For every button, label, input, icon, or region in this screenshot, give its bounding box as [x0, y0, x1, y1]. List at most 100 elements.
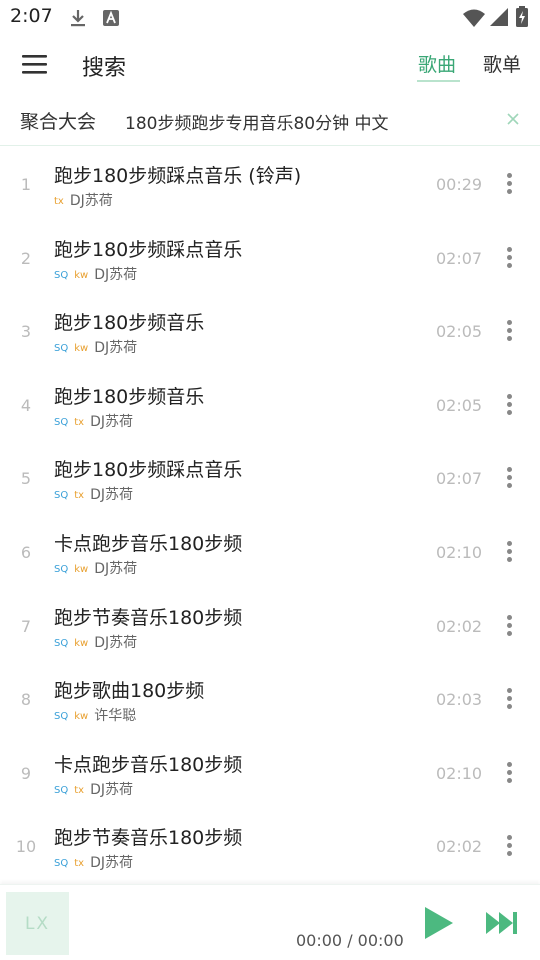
- more-options-dot: [507, 557, 512, 562]
- more-options-dot: [507, 770, 512, 775]
- quality-badge: SQ: [54, 417, 69, 428]
- quality-badge: SQ: [54, 270, 69, 281]
- more-options-dot: [507, 320, 512, 325]
- song-artist: DJ苏荷: [90, 855, 133, 871]
- song-duration: 02:10: [436, 764, 483, 783]
- more-options-icon[interactable]: [498, 316, 520, 344]
- more-options-dot: [507, 483, 512, 488]
- more-options-icon[interactable]: [498, 169, 520, 197]
- song-duration: 00:29: [436, 175, 483, 194]
- more-options-dot: [507, 402, 512, 407]
- tab-playlists[interactable]: 歌单: [483, 50, 521, 77]
- song-title: 跑步歌曲180步频: [54, 680, 205, 702]
- song-number: 9: [20, 764, 32, 783]
- more-options-icon[interactable]: [498, 758, 520, 786]
- more-options-dot: [507, 410, 512, 415]
- song-meta: SQ kw DJ苏荷: [54, 264, 137, 284]
- more-options-dot: [507, 835, 512, 840]
- more-options-icon[interactable]: [498, 537, 520, 565]
- skip-next-icon[interactable]: [484, 909, 520, 937]
- tab-songs[interactable]: 歌曲: [418, 50, 456, 77]
- song-meta: SQ kw DJ苏荷: [54, 337, 137, 357]
- song-artist: DJ苏荷: [90, 782, 133, 798]
- tab-active-indicator: [417, 80, 460, 82]
- song-row[interactable]: 6 卡点跑步音乐180步频 SQ kw DJ苏荷 02:10: [0, 515, 540, 588]
- app-screen: 2:07 搜索 歌曲 歌单 聚合大会 180步频跑步专用音乐80分钟 中文 1 …: [0, 0, 540, 960]
- more-options-icon[interactable]: [498, 684, 520, 712]
- song-title: 跑步180步频踩点音乐 (铃声): [54, 165, 302, 187]
- quality-badge: kw: [74, 564, 89, 575]
- song-number: 2: [20, 249, 32, 268]
- song-title: 卡点跑步音乐180步频: [54, 533, 243, 555]
- more-options-dot: [507, 762, 512, 767]
- song-meta: SQ tx DJ苏荷: [54, 484, 133, 504]
- quality-badge: SQ: [54, 711, 69, 722]
- song-artist: DJ苏荷: [90, 414, 133, 430]
- song-meta: SQ kw 许华聪: [54, 705, 136, 725]
- song-row[interactable]: 8 跑步歌曲180步频 SQ kw 许华聪 02:03: [0, 662, 540, 735]
- song-row[interactable]: 10 跑步节奏音乐180步频 SQ tx DJ苏荷 02:02: [0, 809, 540, 882]
- more-options-dot: [507, 843, 512, 848]
- song-duration: 02:05: [436, 396, 483, 415]
- song-row[interactable]: 9 卡点跑步音乐180步频 SQ tx DJ苏荷 02:10: [0, 736, 540, 809]
- more-options-icon[interactable]: [498, 463, 520, 491]
- song-number: 8: [20, 690, 32, 709]
- hamburger-menu-icon[interactable]: [18, 50, 52, 78]
- song-artist: 许华聪: [94, 708, 137, 724]
- app-logo: LX: [24, 914, 51, 934]
- quality-badge: tx: [54, 196, 64, 207]
- song-duration: 02:03: [436, 690, 483, 709]
- more-options-icon[interactable]: [498, 243, 520, 271]
- song-row[interactable]: 2 跑步180步频踩点音乐 SQ kw DJ苏荷 02:07: [0, 221, 540, 294]
- song-title: 跑步180步频音乐: [54, 312, 205, 334]
- more-options-dot: [507, 263, 512, 268]
- song-meta: SQ kw DJ苏荷: [54, 632, 137, 652]
- song-row[interactable]: 5 跑步180步频踩点音乐 SQ tx DJ苏荷 02:07: [0, 441, 540, 514]
- quality-badge: kw: [74, 711, 89, 722]
- more-options-dot: [507, 328, 512, 333]
- song-title: 跑步180步频音乐: [54, 386, 205, 408]
- more-options-dot: [507, 704, 512, 709]
- cellular-signal-icon: [490, 8, 508, 26]
- song-number: 10: [15, 837, 37, 856]
- more-options-dot: [507, 394, 512, 399]
- quality-badge: kw: [74, 343, 89, 354]
- app-notification-icon: [103, 10, 119, 26]
- album-art[interactable]: LX: [6, 892, 69, 955]
- more-options-icon[interactable]: [498, 831, 520, 859]
- source-selector[interactable]: 聚合大会: [20, 107, 96, 134]
- search-input[interactable]: 180步频跑步专用音乐80分钟 中文: [125, 109, 388, 134]
- song-meta: SQ tx DJ苏荷: [54, 779, 133, 799]
- song-row[interactable]: 4 跑步180步频音乐 SQ tx DJ苏荷 02:05: [0, 368, 540, 441]
- song-meta: SQ kw DJ苏荷: [54, 558, 137, 578]
- quality-badge: SQ: [54, 858, 69, 869]
- more-options-icon[interactable]: [498, 390, 520, 418]
- more-options-dot: [507, 181, 512, 186]
- play-icon[interactable]: [420, 905, 456, 941]
- more-options-dot: [507, 189, 512, 194]
- song-duration: 02:02: [436, 617, 483, 636]
- player-bar: LX 00:00 / 00:00: [0, 884, 540, 960]
- more-options-dot: [507, 549, 512, 554]
- download-icon: [71, 10, 85, 27]
- status-bar: 2:07: [0, 0, 540, 36]
- more-options-icon[interactable]: [498, 611, 520, 639]
- song-number: 7: [20, 617, 32, 636]
- wifi-icon: [463, 9, 485, 27]
- app-header: 搜索 歌曲 歌单: [0, 36, 540, 92]
- song-row[interactable]: 7 跑步节奏音乐180步频 SQ kw DJ苏荷 02:02: [0, 589, 540, 662]
- song-meta: SQ tx DJ苏荷: [54, 411, 133, 431]
- song-number: 3: [20, 322, 32, 341]
- more-options-dot: [507, 631, 512, 636]
- more-options-dot: [507, 696, 512, 701]
- song-row[interactable]: 3 跑步180步频音乐 SQ kw DJ苏荷 02:05: [0, 294, 540, 367]
- quality-badge: kw: [74, 270, 89, 281]
- more-options-dot: [507, 247, 512, 252]
- song-row[interactable]: 1 跑步180步频踩点音乐 (铃声) tx DJ苏荷 00:29: [0, 147, 540, 220]
- song-duration: 02:07: [436, 249, 483, 268]
- song-artist: DJ苏荷: [90, 487, 133, 503]
- page-title: 搜索: [82, 56, 127, 81]
- quality-badge: SQ: [54, 490, 69, 501]
- song-number: 6: [20, 543, 32, 562]
- close-icon[interactable]: [504, 110, 522, 128]
